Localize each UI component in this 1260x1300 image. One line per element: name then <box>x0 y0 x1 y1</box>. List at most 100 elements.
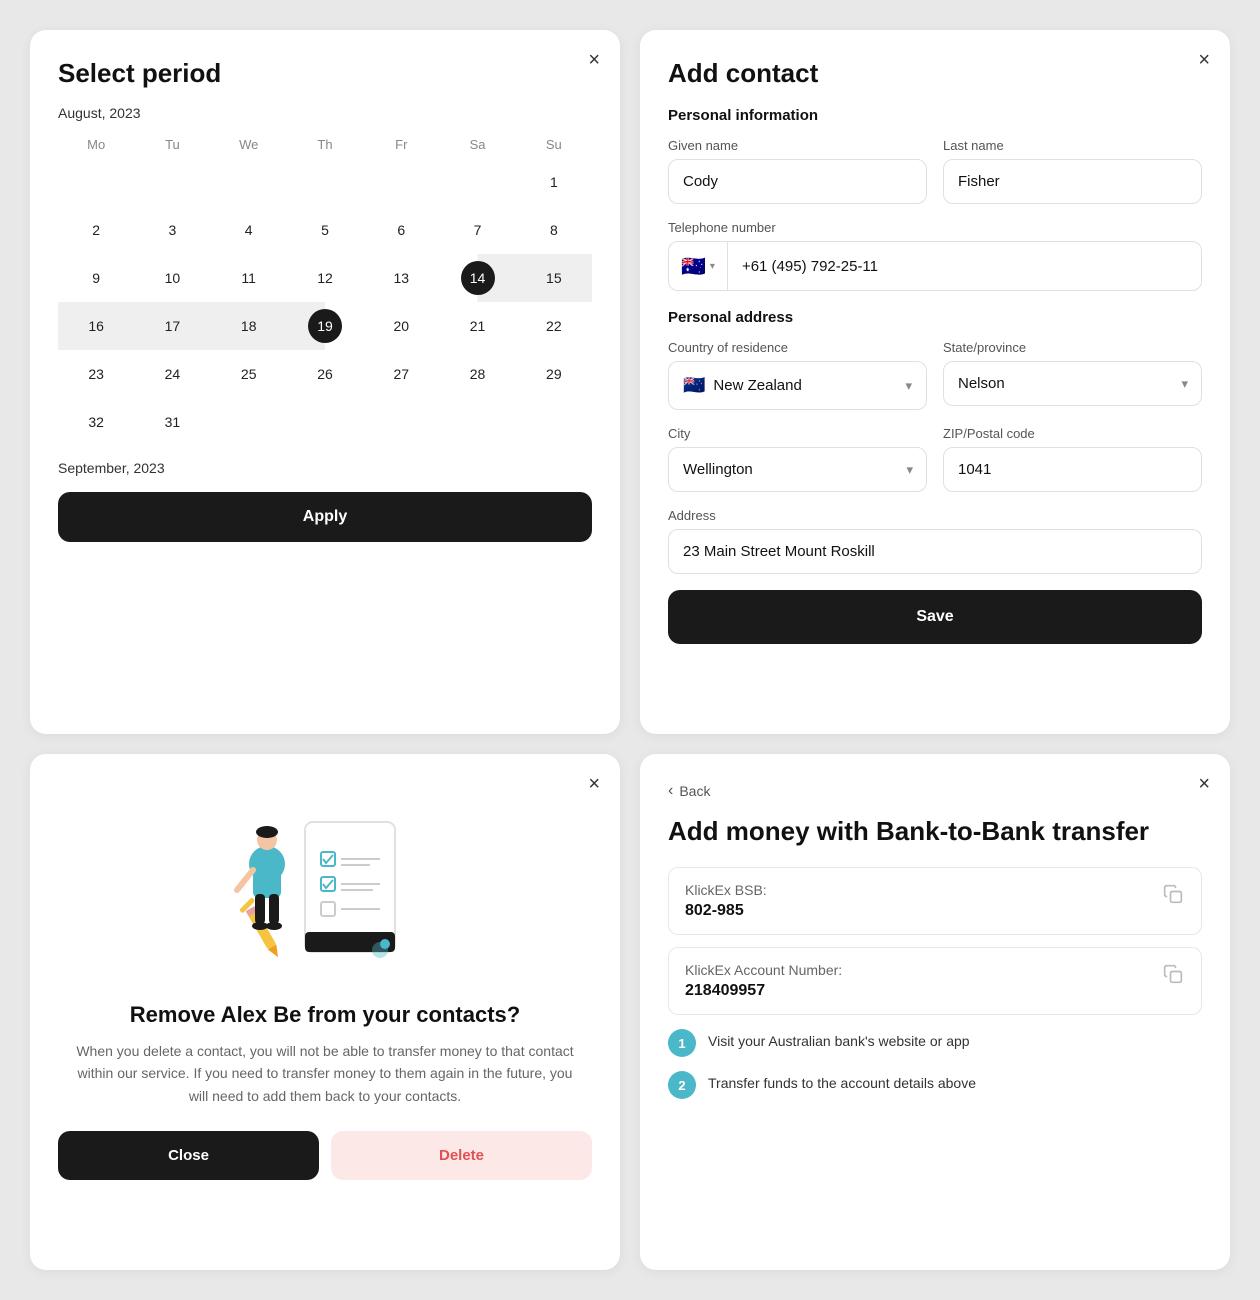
calendar-day[interactable]: 27 <box>363 350 439 398</box>
remove-action-row: Close Delete <box>58 1131 592 1180</box>
last-name-group: Last name <box>943 138 1202 204</box>
phone-input[interactable] <box>728 245 1201 288</box>
save-button[interactable]: Save <box>668 590 1202 644</box>
country-code-picker[interactable]: 🇦🇺 ▾ <box>669 242 728 290</box>
calendar-day[interactable] <box>439 158 515 206</box>
calendar-day[interactable]: 7 <box>439 206 515 254</box>
calendar-day[interactable]: 32 <box>58 398 134 446</box>
close-button[interactable]: Close <box>58 1131 319 1180</box>
calendar-day[interactable] <box>363 158 439 206</box>
calendar-day-range[interactable]: 15 <box>516 254 592 302</box>
remove-contact-card: × <box>30 754 620 1270</box>
day-header-we: We <box>211 131 287 158</box>
day-header-th: Th <box>287 131 363 158</box>
calendar-day[interactable]: 5 <box>287 206 363 254</box>
city-group: City Wellington ▾ <box>668 426 927 492</box>
calendar-day[interactable]: 8 <box>516 206 592 254</box>
calendar-day-selected-end[interactable]: 19 <box>287 302 363 350</box>
address-input[interactable] <box>668 529 1202 574</box>
calendar-day[interactable]: 28 <box>439 350 515 398</box>
back-chevron-icon: ‹ <box>668 782 673 800</box>
calendar-day[interactable]: 22 <box>516 302 592 350</box>
bsb-value: 802-985 <box>685 902 767 920</box>
bsb-label: KlickEx BSB: <box>685 882 767 898</box>
step1-row: 1 Visit your Australian bank's website o… <box>668 1029 1202 1057</box>
back-label: Back <box>679 783 710 799</box>
apply-button[interactable]: Apply <box>58 492 592 542</box>
calendar-day[interactable]: 4 <box>211 206 287 254</box>
day-header-sa: Sa <box>439 131 515 158</box>
copy-bsb-button[interactable] <box>1161 882 1185 911</box>
step2-text: Transfer funds to the account details ab… <box>708 1071 976 1091</box>
calendar-day[interactable] <box>287 398 363 446</box>
day-header-su: Su <box>516 131 592 158</box>
close-bank-button[interactable]: × <box>1198 774 1210 794</box>
calendar-day-selected-start[interactable]: 14 <box>439 254 515 302</box>
calendar-day[interactable]: 23 <box>58 350 134 398</box>
delete-button[interactable]: Delete <box>331 1131 592 1180</box>
calendar-day-range[interactable]: 17 <box>134 302 210 350</box>
day-header-fr: Fr <box>363 131 439 158</box>
calendar-day[interactable]: 13 <box>363 254 439 302</box>
calendar-title: Select period <box>58 58 592 89</box>
chevron-down-icon: ▾ <box>905 378 912 394</box>
nz-flag-icon: 🇳🇿 <box>683 375 705 396</box>
calendar-day[interactable]: 2 <box>58 206 134 254</box>
calendar-day[interactable] <box>439 398 515 446</box>
calendar-day[interactable]: 20 <box>363 302 439 350</box>
last-name-label: Last name <box>943 138 1202 153</box>
calendar-day[interactable]: 3 <box>134 206 210 254</box>
step2-row: 2 Transfer funds to the account details … <box>668 1071 1202 1099</box>
calendar-day[interactable]: 26 <box>287 350 363 398</box>
close-remove-button[interactable]: × <box>588 774 600 794</box>
given-name-label: Given name <box>668 138 927 153</box>
close-add-contact-button[interactable]: × <box>1198 50 1210 70</box>
bank-transfer-title: Add money with Bank-to-Bank transfer <box>668 816 1202 847</box>
country-select[interactable]: 🇳🇿 New Zealand ▾ <box>668 361 927 410</box>
calendar-day-range[interactable]: 16 <box>58 302 134 350</box>
close-calendar-button[interactable]: × <box>588 50 600 70</box>
calendar-day[interactable] <box>211 158 287 206</box>
calendar-day[interactable]: 11 <box>211 254 287 302</box>
personal-address-section: Personal address <box>668 309 1202 326</box>
calendar-day[interactable] <box>134 158 210 206</box>
state-label: State/province <box>943 340 1202 355</box>
country-value: New Zealand <box>713 377 905 394</box>
address-label: Address <box>668 508 1202 523</box>
calendar-day[interactable] <box>211 398 287 446</box>
city-select[interactable]: Wellington <box>668 447 927 492</box>
calendar-day[interactable]: 9 <box>58 254 134 302</box>
calendar-day[interactable]: 1 <box>516 158 592 206</box>
account-value: 218409957 <box>685 982 842 1000</box>
state-select-wrapper: Nelson ▾ <box>943 361 1202 406</box>
calendar-day[interactable]: 25 <box>211 350 287 398</box>
step1-badge: 1 <box>668 1029 696 1057</box>
calendar-day[interactable] <box>58 158 134 206</box>
last-name-input[interactable] <box>943 159 1202 204</box>
calendar-day[interactable]: 31 <box>134 398 210 446</box>
step1-text: Visit your Australian bank's website or … <box>708 1029 970 1049</box>
calendar-day[interactable]: 29 <box>516 350 592 398</box>
calendar-day[interactable]: 10 <box>134 254 210 302</box>
calendar-day[interactable]: 24 <box>134 350 210 398</box>
back-link[interactable]: ‹ Back <box>668 782 1202 800</box>
calendar-day[interactable]: 21 <box>439 302 515 350</box>
copy-account-button[interactable] <box>1161 962 1185 991</box>
zip-label: ZIP/Postal code <box>943 426 1202 441</box>
given-name-input[interactable] <box>668 159 927 204</box>
calendar-day[interactable] <box>363 398 439 446</box>
zip-group: ZIP/Postal code <box>943 426 1202 492</box>
month1-label: August, 2023 <box>58 105 592 121</box>
state-select[interactable]: Nelson <box>943 361 1202 406</box>
calendar-day[interactable]: 12 <box>287 254 363 302</box>
calendar-day-range[interactable]: 18 <box>211 302 287 350</box>
remove-contact-description: When you delete a contact, you will not … <box>58 1040 592 1107</box>
calendar-day[interactable] <box>516 398 592 446</box>
personal-info-section: Personal information <box>668 107 1202 124</box>
given-name-group: Given name <box>668 138 927 204</box>
zip-input[interactable] <box>943 447 1202 492</box>
account-label: KlickEx Account Number: <box>685 962 842 978</box>
step2-badge: 2 <box>668 1071 696 1099</box>
calendar-day[interactable]: 6 <box>363 206 439 254</box>
calendar-day[interactable] <box>287 158 363 206</box>
